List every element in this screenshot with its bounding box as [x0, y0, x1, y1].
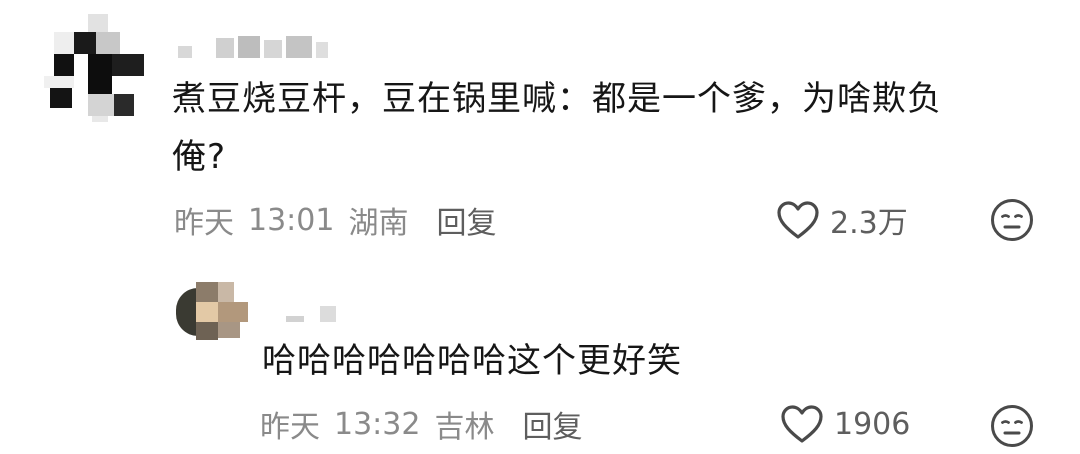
comment-region: 湖南: [348, 206, 409, 241]
reply-item: 哈哈哈哈哈哈哈这个更好笑 昨天 13:32 吉林 回复 1906: [0, 270, 1080, 454]
comment-date: 昨天: [174, 206, 234, 241]
avatar[interactable]: [44, 14, 144, 122]
username-blurred[interactable]: [178, 32, 328, 58]
comment-meta: 昨天 13:32 吉林 回复: [260, 400, 582, 448]
comment-time: 13:01: [248, 202, 335, 238]
comment-text: 煮豆烧豆杆，豆在锅里喊：都是一个爹，为啥欺负 俺?: [172, 70, 1032, 186]
comment-region: 吉林: [434, 410, 495, 445]
like-button[interactable]: 1906: [780, 400, 910, 448]
avatar[interactable]: [172, 282, 252, 342]
reply-button[interactable]: 回复: [522, 402, 582, 446]
neutral-face-icon: [991, 405, 1033, 447]
comment-text: 哈哈哈哈哈哈哈这个更好笑: [262, 341, 682, 381]
heart-outline-icon: [777, 201, 819, 239]
like-count: 1906: [834, 406, 911, 442]
reply-button[interactable]: 回复: [436, 198, 496, 242]
username-blurred[interactable]: [286, 300, 336, 322]
like-button[interactable]: 2.3万: [776, 196, 908, 244]
dislike-button[interactable]: [990, 404, 1034, 452]
heart-outline-icon: [781, 405, 823, 443]
neutral-face-icon: [991, 199, 1033, 241]
comment-meta: 昨天 13:01 湖南 回复: [174, 196, 496, 244]
comment-date: 昨天: [260, 410, 320, 445]
dislike-button[interactable]: [990, 198, 1034, 246]
comment-time: 13:32: [334, 406, 421, 442]
like-count: 2.3万: [830, 206, 908, 241]
comment-item: 煮豆烧豆杆，豆在锅里喊：都是一个爹，为啥欺负 俺? 昨天 13:01 湖南 回复…: [0, 0, 1080, 260]
comment-text-line-1: 煮豆烧豆杆，豆在锅里喊：都是一个爹，为啥欺负: [172, 79, 942, 119]
comment-text-line-2: 俺?: [172, 137, 227, 177]
